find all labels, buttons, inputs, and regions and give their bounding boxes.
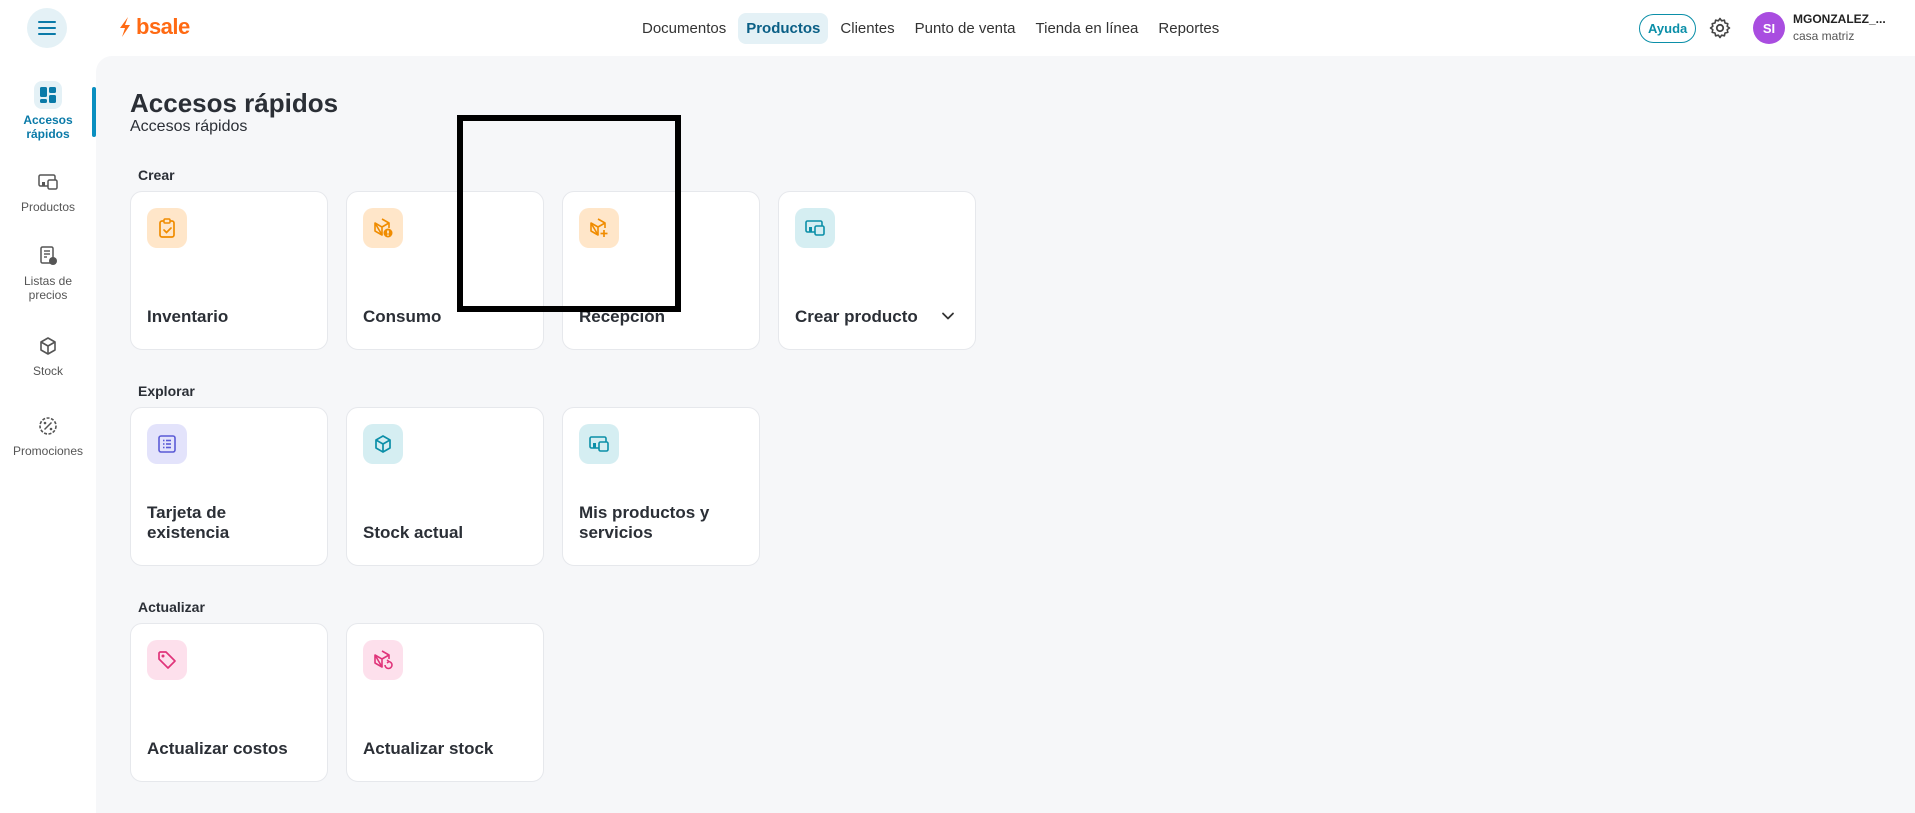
- sidebar-label: Promociones: [12, 444, 84, 458]
- sidebar-item-stock[interactable]: Stock: [0, 332, 96, 378]
- sidebar-item-accesos-rapidos[interactable]: Accesos rápidos: [0, 81, 96, 141]
- card-label: Actualizar stock: [363, 739, 494, 758]
- hamburger-menu-button[interactable]: [27, 8, 67, 48]
- card-inventario[interactable]: Inventario: [130, 191, 328, 350]
- card-stock-actual[interactable]: Stock actual: [346, 407, 544, 566]
- nav-productos[interactable]: Productos: [738, 13, 829, 44]
- section-label-actualizar: Actualizar: [138, 599, 205, 615]
- sidebar: Accesos rápidos Productos Listas de prec…: [0, 56, 96, 813]
- card-label: Inventario: [147, 307, 229, 326]
- discount-icon: [34, 412, 62, 440]
- nav-clientes[interactable]: Clientes: [832, 13, 902, 44]
- card-label: Crear producto: [795, 307, 918, 326]
- tag-icon: [147, 640, 187, 680]
- nav-punto-de-venta[interactable]: Punto de venta: [907, 13, 1024, 44]
- list-icon: [147, 424, 187, 464]
- chevron-down-icon[interactable]: [941, 309, 955, 323]
- card-label: Tarjeta de existencia: [147, 503, 230, 542]
- hamburger-icon: [38, 21, 56, 35]
- product-plus-icon: [795, 208, 835, 248]
- box-refresh-icon: [363, 640, 403, 680]
- gear-icon[interactable]: [1708, 16, 1732, 40]
- user-branch: casa matriz: [1793, 29, 1855, 43]
- card-label: Actualizar costos: [147, 739, 288, 758]
- price-list-icon: [34, 242, 62, 270]
- card-crear-producto[interactable]: Crear producto: [778, 191, 976, 350]
- card-actualizar-stock[interactable]: Actualizar stock: [346, 623, 544, 782]
- top-header: bsale Documentos Productos Clientes Punt…: [0, 0, 1915, 56]
- cube-icon: [363, 424, 403, 464]
- nav-documentos[interactable]: Documentos: [634, 13, 734, 44]
- sidebar-label: Accesos rápidos: [23, 113, 73, 141]
- avatar[interactable]: SI: [1753, 12, 1785, 44]
- bolt-logo-icon: [120, 17, 130, 37]
- main-nav: Documentos Productos Clientes Punto de v…: [634, 13, 1231, 44]
- section-label-explorar: Explorar: [138, 383, 195, 399]
- cube-icon: [34, 332, 62, 360]
- sidebar-label: Productos: [20, 200, 76, 214]
- nav-reportes[interactable]: Reportes: [1150, 13, 1227, 44]
- box-alert-icon: [363, 208, 403, 248]
- sidebar-item-promociones[interactable]: Promociones: [0, 412, 96, 458]
- card-actualizar-costos[interactable]: Actualizar costos: [130, 623, 328, 782]
- box-plus-icon: [579, 208, 619, 248]
- page-subtitle: Accesos rápidos: [130, 118, 248, 135]
- clipboard-check-icon: [147, 208, 187, 248]
- nav-tienda-en-linea[interactable]: Tienda en línea: [1028, 13, 1147, 44]
- card-mis-productos-y-servicios[interactable]: Mis productos y servicios: [562, 407, 760, 566]
- sidebar-label: Listas de precios: [23, 274, 73, 302]
- section-label-crear: Crear: [138, 167, 175, 183]
- card-label: Consumo: [363, 307, 442, 326]
- card-consumo[interactable]: Consumo: [346, 191, 544, 350]
- card-label: Stock actual: [363, 523, 464, 542]
- logo-text: bsale: [136, 14, 190, 39]
- bsale-logo[interactable]: bsale: [118, 14, 190, 40]
- sidebar-label: Stock: [32, 364, 63, 378]
- page-title: Accesos rápidos: [130, 88, 339, 118]
- card-label: Mis productos y servicios: [579, 503, 710, 542]
- user-name[interactable]: MGONZALEZ_...: [1793, 12, 1886, 26]
- sidebar-item-productos[interactable]: Productos: [0, 168, 96, 214]
- help-button[interactable]: Ayuda: [1639, 14, 1697, 43]
- card-label: Recepción: [579, 307, 665, 326]
- sidebar-item-listas-de-precios[interactable]: Listas de precios: [0, 242, 96, 302]
- products-icon: [34, 168, 62, 196]
- products-icon: [579, 424, 619, 464]
- main-content: Accesos rápidos Accesos rápidos Crear In…: [96, 56, 1915, 813]
- dashboard-icon: [34, 81, 62, 109]
- card-recepcion[interactable]: Recepción: [562, 191, 760, 350]
- card-tarjeta-de-existencia[interactable]: Tarjeta de existencia: [130, 407, 328, 566]
